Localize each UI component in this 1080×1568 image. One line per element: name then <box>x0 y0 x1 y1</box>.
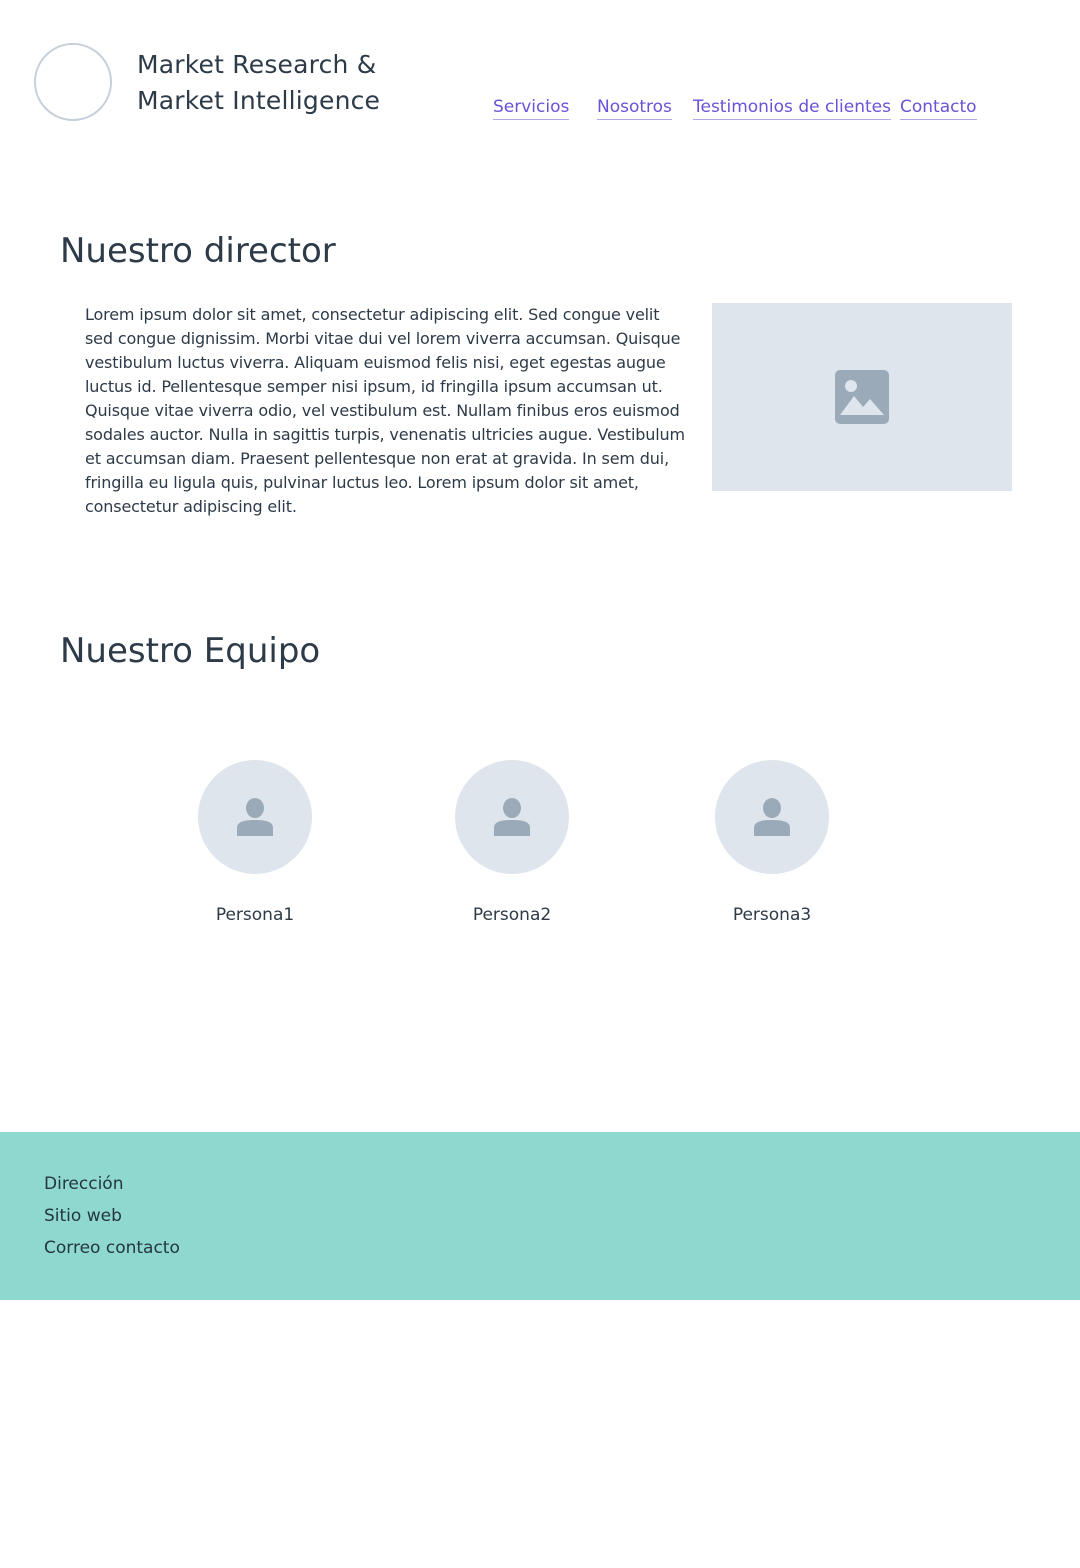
nav-link-testimonios[interactable]: Testimonios de clientes <box>693 95 891 120</box>
person-icon <box>237 798 273 836</box>
director-description: Lorem ipsum dolor sit amet, consectetur … <box>85 305 685 516</box>
avatar <box>455 760 569 874</box>
footer: Dirección Sitio web Correo contacto <box>0 1132 1080 1300</box>
person-icon <box>754 798 790 836</box>
nav-link-nosotros[interactable]: Nosotros <box>597 95 672 120</box>
avatar <box>198 760 312 874</box>
team-member: Persona2 <box>432 760 592 926</box>
team-member-name: Persona3 <box>732 905 812 925</box>
team-member-name: Persona2 <box>472 905 552 925</box>
team-member-name: Persona1 <box>215 905 295 925</box>
brand-line-2: Market Intelligence <box>137 86 381 115</box>
image-placeholder-icon <box>835 370 889 424</box>
director-image-placeholder <box>712 303 1012 491</box>
person-icon <box>494 798 530 836</box>
nav-link-servicios[interactable]: Servicios <box>493 95 570 120</box>
brand-title: Market Research & Market Intelligence <box>137 47 380 119</box>
director-heading: Nuestro director <box>60 231 336 271</box>
footer-email: Correo contacto <box>44 1238 180 1258</box>
team-heading: Nuestro Equipo <box>60 631 321 671</box>
team-member: Persona3 <box>692 760 852 926</box>
footer-website: Sitio web <box>44 1206 122 1226</box>
team-member: Persona1 <box>175 760 335 926</box>
avatar <box>715 760 829 874</box>
brand-line-1: Market Research & <box>137 50 377 79</box>
logo-placeholder[interactable] <box>34 43 112 121</box>
nav-link-contacto[interactable]: Contacto <box>900 95 977 120</box>
footer-address: Dirección <box>44 1174 124 1194</box>
